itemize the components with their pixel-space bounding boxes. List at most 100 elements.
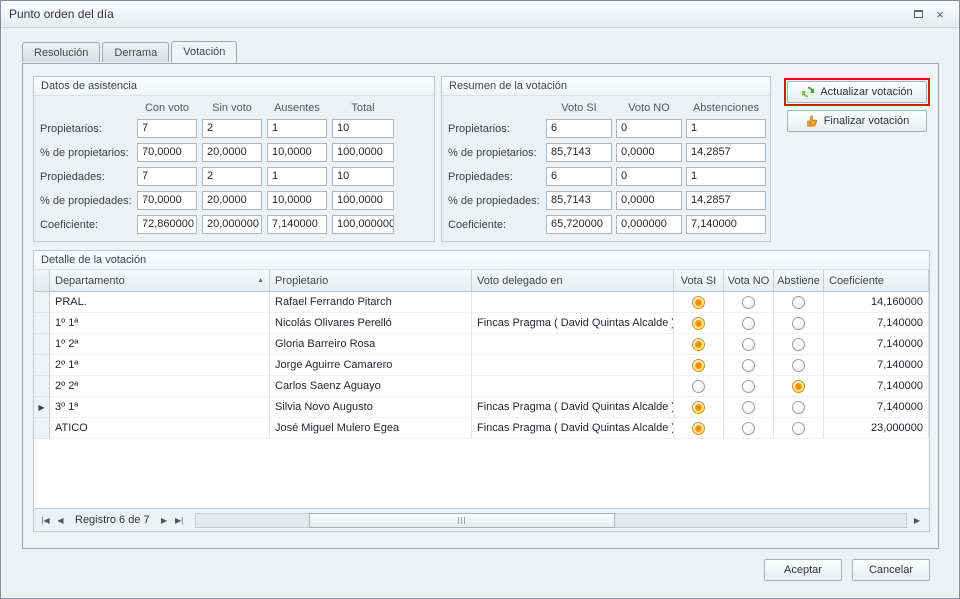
row-indicator-cell [34,376,50,397]
column-header-propietario[interactable]: Propietario [270,270,472,292]
cell-coeficiente: 7,140000 [824,313,929,334]
stat-field[interactable]: 6 [546,119,612,138]
actualizar-votacion-button[interactable]: Actualizar votación [787,81,927,103]
vota-no-radio[interactable] [742,422,755,435]
cancelar-button[interactable]: Cancelar [852,559,930,581]
stat-field[interactable]: 100,000000 [332,215,394,234]
stat-field[interactable]: 85,7143 [546,143,612,162]
abstiene-radio[interactable] [792,422,805,435]
column-header-vota-no[interactable]: Vota NO [724,270,774,292]
cell-departamento: 1º 1ª [50,313,270,334]
col-total: Total [332,102,394,114]
cell-delegado: Fincas Pragma ( David Quintas Alcalde ) [472,397,674,418]
close-icon[interactable]: × [929,6,951,23]
abstiene-radio[interactable] [792,338,805,351]
vota-si-radio[interactable] [692,422,705,435]
stat-field[interactable]: 100,0000 [332,191,394,210]
stat-field[interactable]: 6 [546,167,612,186]
finalizar-label: Finalizar votación [824,115,910,127]
stat-field[interactable]: 65,720000 [546,215,612,234]
vota-no-radio[interactable] [742,338,755,351]
row-indicator-cell [34,355,50,376]
stat-field[interactable]: 0,000000 [616,215,682,234]
stat-field[interactable]: 70,0000 [137,191,197,210]
finalizar-votacion-button[interactable]: Finalizar votación [787,110,927,132]
vota-si-radio[interactable] [692,317,705,330]
cell-propietario: José Miguel Mulero Egea [270,418,472,439]
abstiene-radio[interactable] [792,296,805,309]
titlebar[interactable]: Punto orden del día × [1,1,959,28]
vota-si-radio[interactable] [692,380,705,393]
stat-field[interactable]: 10 [332,167,394,186]
grid-row[interactable]: PRAL. Rafael Ferrando Pitarch 14,160000 [34,292,929,313]
stat-field[interactable]: 72,860000 [137,215,197,234]
abstiene-radio[interactable] [792,317,805,330]
vota-si-radio[interactable] [692,338,705,351]
abstiene-radio[interactable] [792,359,805,372]
stat-field[interactable]: 2 [202,167,262,186]
column-header-label: Departamento [55,275,125,287]
stat-field[interactable]: 10 [332,119,394,138]
grid-row-current[interactable]: ▶ 3º 1ª Silvia Novo Augusto Fincas Pragm… [34,397,929,418]
stat-field[interactable]: 14,2857 [686,143,766,162]
abstiene-radio[interactable] [792,380,805,393]
stat-field[interactable]: 70,0000 [137,143,197,162]
grid-row[interactable]: ATICO José Miguel Mulero Egea Fincas Pra… [34,418,929,439]
nav-next-button[interactable]: ▶ [157,516,172,525]
column-header-departamento[interactable]: Departamento ▲ [50,270,270,292]
column-header-vota-si[interactable]: Vota SI [674,270,724,292]
stat-field[interactable]: 7,140000 [686,215,766,234]
stat-field[interactable]: 20,0000 [202,143,262,162]
grid-row[interactable]: 2º 2ª Carlos Saenz Aguayo 7,140000 [34,376,929,397]
stat-field[interactable]: 0 [616,167,682,186]
nav-first-button[interactable]: |◀ [38,516,53,525]
column-header-coeficiente[interactable]: Coeficiente [824,270,929,292]
stat-field[interactable]: 1 [267,167,327,186]
nav-last-button[interactable]: ▶| [172,516,187,525]
restore-icon[interactable] [907,6,929,23]
vota-si-radio[interactable] [692,401,705,414]
stat-field[interactable]: 0,0000 [616,143,682,162]
grid-row[interactable]: 1º 1ª Nicolás Olivares Perelló Fincas Pr… [34,313,929,334]
stat-field[interactable]: 10,0000 [267,143,327,162]
stat-field[interactable]: 100,0000 [332,143,394,162]
scroll-right-icon[interactable]: ▶ [909,513,925,528]
stat-field[interactable]: 0 [616,119,682,138]
thumb-grip [461,517,462,524]
stat-field[interactable]: 14,2857 [686,191,766,210]
stat-field[interactable]: 7,140000 [267,215,327,234]
tab-derrama[interactable]: Derrama [102,42,169,62]
stat-field[interactable]: 1 [686,119,766,138]
stat-field[interactable]: 1 [686,167,766,186]
stat-field[interactable]: 20,0000 [202,191,262,210]
tab-resolucion[interactable]: Resolución [22,42,100,62]
vota-no-radio[interactable] [742,380,755,393]
stat-field[interactable]: 7 [137,119,197,138]
stat-field[interactable]: 0,0000 [616,191,682,210]
stat-field[interactable]: 7 [137,167,197,186]
thumb-grip [464,517,465,524]
vota-si-radio[interactable] [692,359,705,372]
vota-no-radio[interactable] [742,317,755,330]
vota-si-radio[interactable] [692,296,705,309]
horizontal-scrollbar[interactable] [195,513,907,528]
nav-prev-button[interactable]: ◀ [53,516,68,525]
vota-no-radio[interactable] [742,401,755,414]
tab-votacion[interactable]: Votación [171,41,237,63]
stat-field[interactable]: 20,000000 [202,215,262,234]
column-header-voto-delegado[interactable]: Voto delegado en [472,270,674,292]
vota-no-radio[interactable] [742,296,755,309]
vota-no-radio[interactable] [742,359,755,372]
aceptar-button[interactable]: Aceptar [764,559,842,581]
stat-field[interactable]: 2 [202,119,262,138]
stat-field[interactable]: 1 [267,119,327,138]
grid-row[interactable]: 2º 1ª Jorge Aguirre Camarero 7,140000 [34,355,929,376]
sort-ascending-icon: ▲ [253,277,264,284]
scrollbar-thumb[interactable] [309,513,614,528]
grid-row[interactable]: 1º 2ª Gloria Barreiro Rosa 7,140000 [34,334,929,355]
stat-field[interactable]: 85,7143 [546,191,612,210]
tab-page-votacion: Datos de asistencia Con voto Sin voto Au… [22,63,939,549]
stat-field[interactable]: 10,0000 [267,191,327,210]
column-header-abstiene[interactable]: Abstiene [774,270,824,292]
abstiene-radio[interactable] [792,401,805,414]
